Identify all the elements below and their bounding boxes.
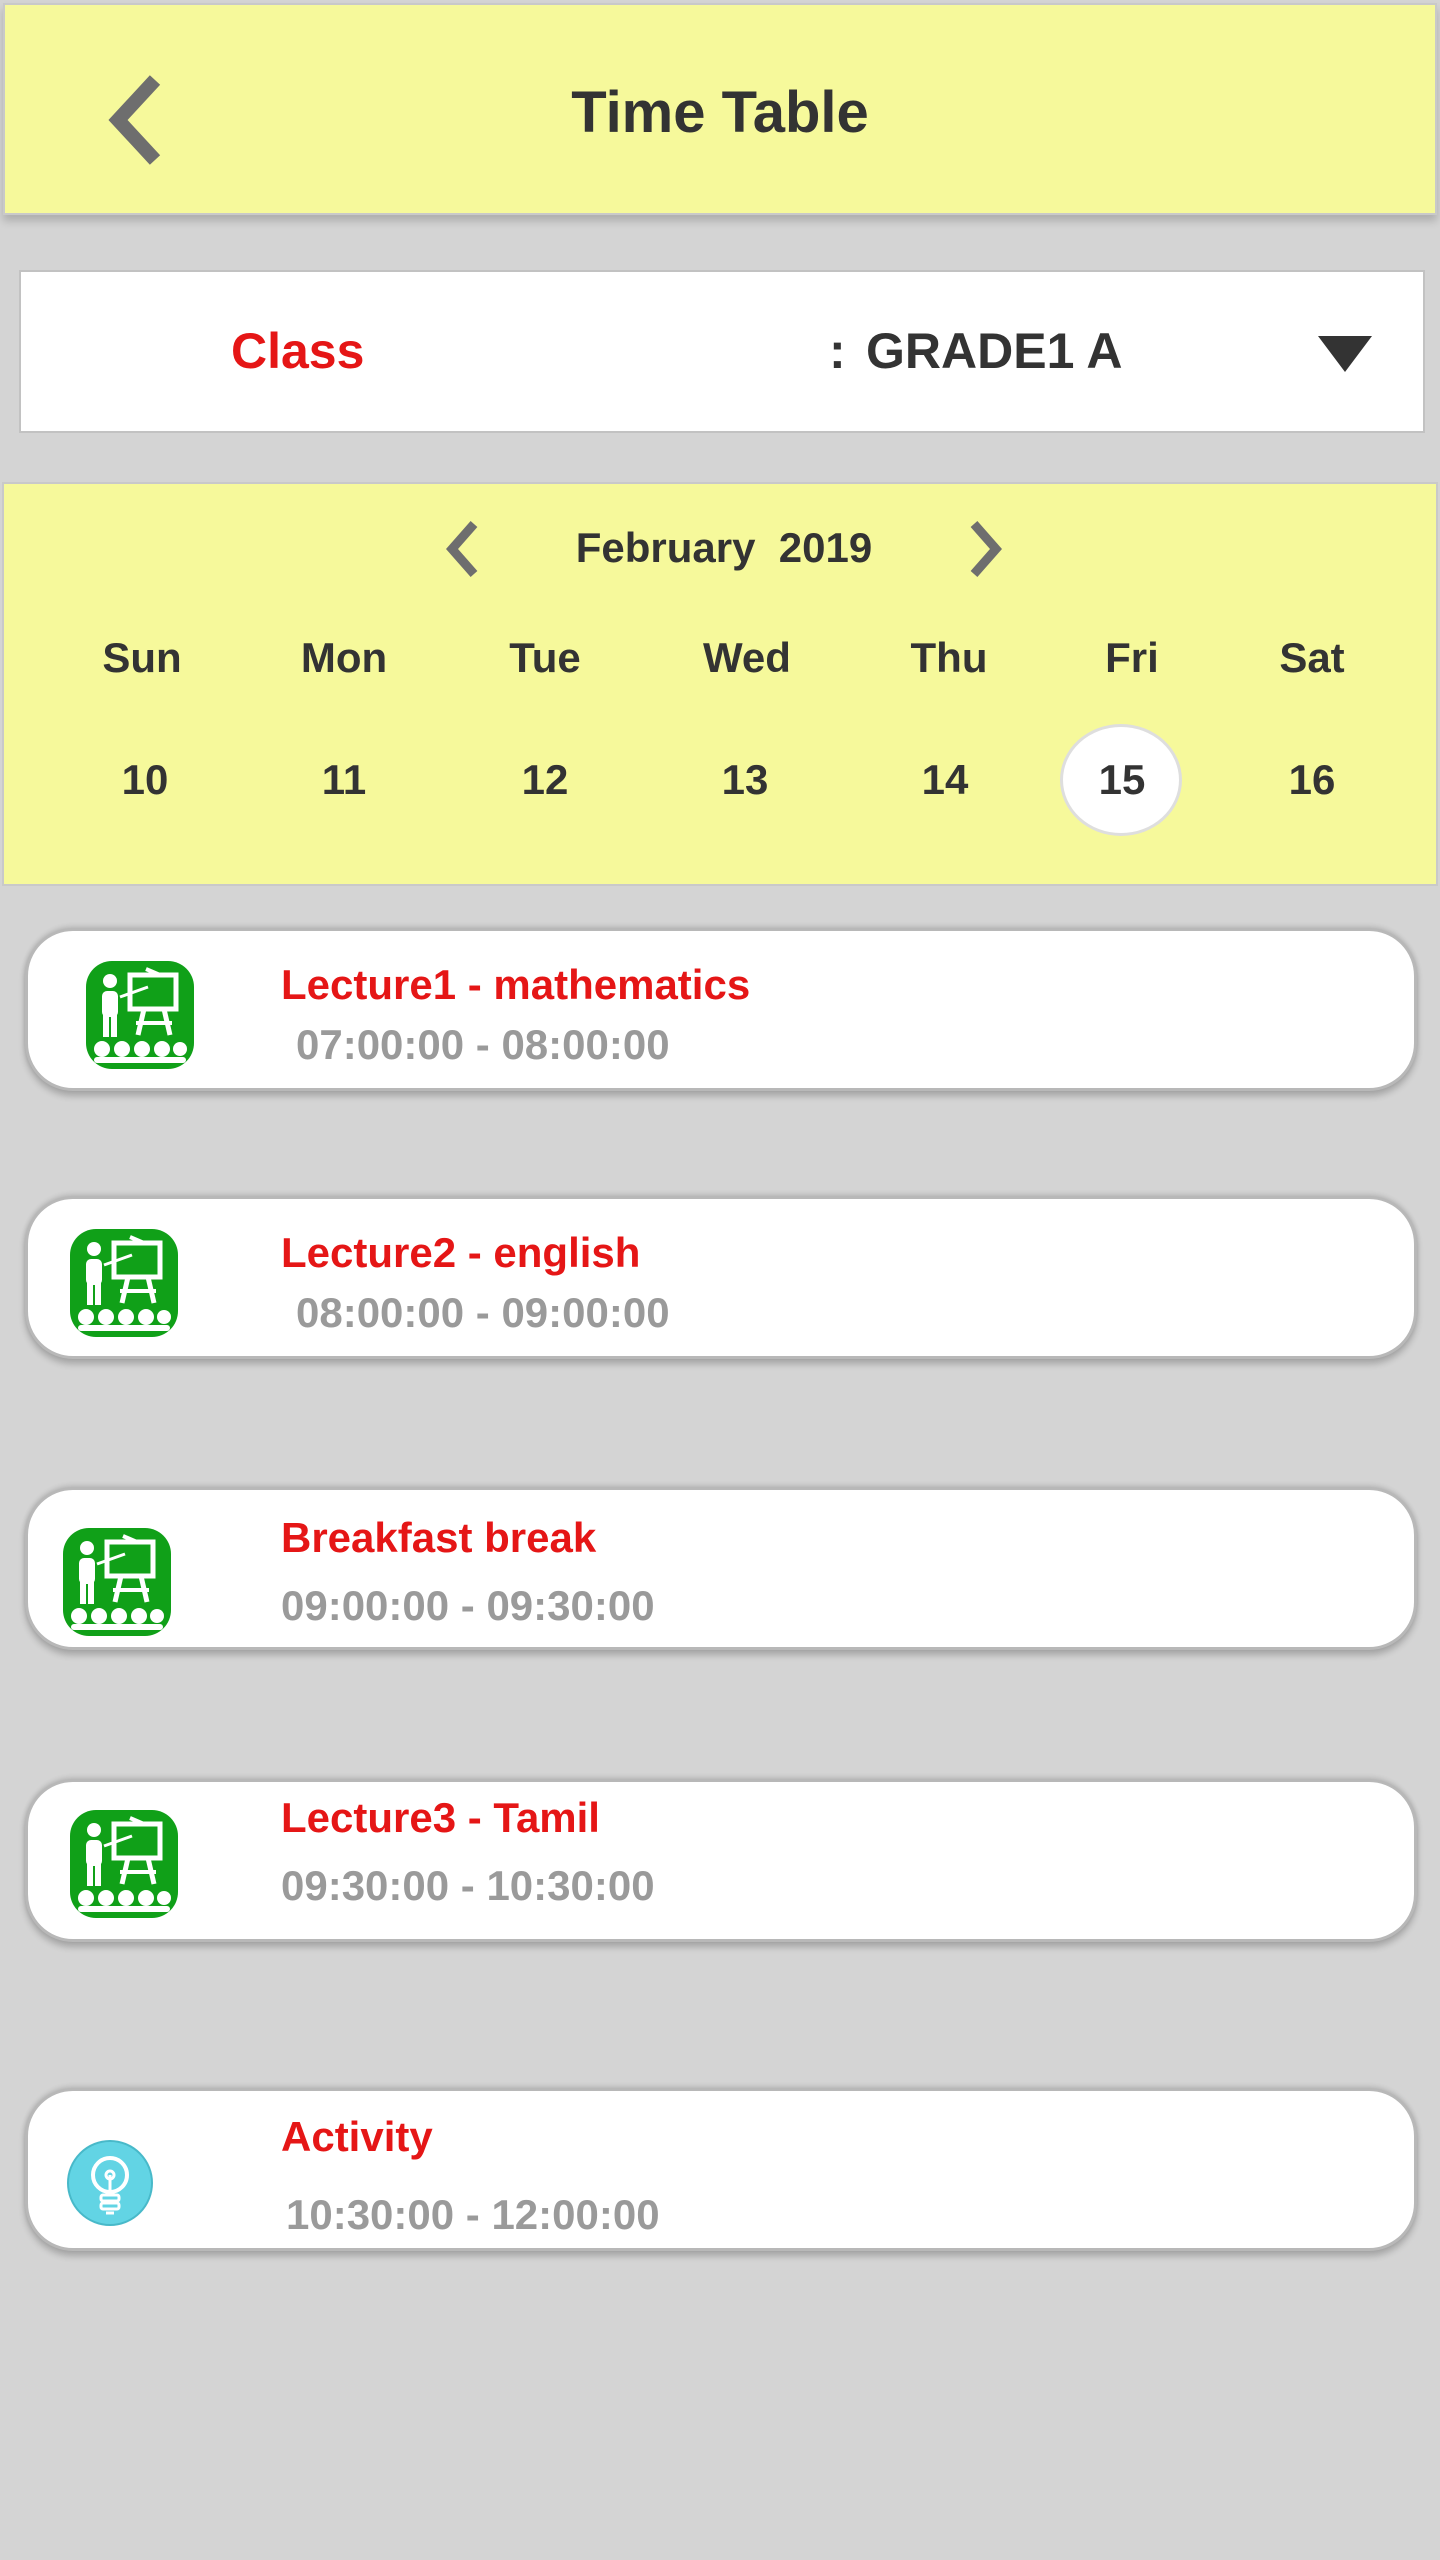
teacher-classroom-icon (63, 1528, 171, 1636)
schedule-item-breakfast-break[interactable]: Breakfast break 09:00:00 - 09:30:00 (25, 1487, 1417, 1650)
date-cell-16[interactable]: 16 (1252, 756, 1372, 804)
prev-week-button[interactable] (434, 514, 494, 584)
weekday-label-mon: Mon (300, 634, 388, 681)
class-separator: : (829, 323, 846, 379)
date-cell-10[interactable]: 10 (85, 756, 205, 804)
teacher-classroom-icon (70, 1810, 178, 1918)
schedule-item-time: 09:00:00 - 09:30:00 (281, 1582, 655, 1629)
page-title: Time Table (571, 80, 869, 145)
weekday-label-wed: Wed (703, 634, 791, 681)
date-cell-14[interactable]: 14 (885, 756, 1005, 804)
weekday-label-sat: Sat (1279, 634, 1345, 681)
weekday-label-fri: Fri (1105, 634, 1159, 681)
schedule-item-time: 08:00:00 - 09:00:00 (296, 1289, 670, 1336)
schedule-item-title: Breakfast break (281, 1514, 597, 1561)
chevron-right-icon (970, 521, 1002, 577)
class-value: GRADE1 A (866, 323, 1123, 379)
triangle-down-icon[interactable] (1316, 334, 1374, 374)
schedule-item-title: Activity (281, 2113, 433, 2160)
date-cell-15-selected[interactable]: 15 (1062, 756, 1182, 804)
date-cell-12[interactable]: 12 (485, 756, 605, 804)
app-header: Time Table (3, 3, 1437, 215)
weekday-label-tue: Tue (509, 634, 581, 681)
class-label: Class (231, 323, 365, 379)
schedule-item-title: Lecture3 - Tamil (281, 1794, 600, 1841)
weekday-label-sun: Sun (102, 634, 182, 681)
schedule-item-lecture2[interactable]: Lecture2 - english 08:00:00 - 09:00:00 (25, 1196, 1417, 1359)
next-week-button[interactable] (954, 514, 1014, 584)
class-selector[interactable]: Class : GRADE1 A (19, 270, 1425, 433)
schedule-item-time: 09:30:00 - 10:30:00 (281, 1862, 655, 1909)
teacher-classroom-icon (86, 961, 194, 1069)
schedule-item-title: Lecture2 - english (281, 1229, 641, 1276)
weekday-label-thu: Thu (910, 634, 988, 681)
schedule-item-title: Lecture1 - mathematics (281, 961, 751, 1008)
date-cell-13[interactable]: 13 (685, 756, 805, 804)
schedule-item-activity[interactable]: Activity 10:30:00 - 12:00:00 (25, 2088, 1417, 2251)
lightbulb-icon (67, 2140, 153, 2226)
month-year-label: February 2019 (575, 524, 873, 571)
schedule-item-lecture3[interactable]: Lecture3 - Tamil 09:30:00 - 10:30:00 (25, 1779, 1417, 1942)
schedule-item-time: 10:30:00 - 12:00:00 (286, 2191, 660, 2238)
schedule-item-lecture1[interactable]: Lecture1 - mathematics 07:00:00 - 08:00:… (25, 928, 1417, 1091)
schedule-item-time: 07:00:00 - 08:00:00 (296, 1021, 670, 1068)
date-cell-11[interactable]: 11 (284, 756, 404, 804)
chevron-left-icon (446, 521, 478, 577)
week-calendar: February 2019 Sun Mon Tue Wed Thu Fri Sa… (2, 482, 1438, 886)
teacher-classroom-icon (70, 1229, 178, 1337)
